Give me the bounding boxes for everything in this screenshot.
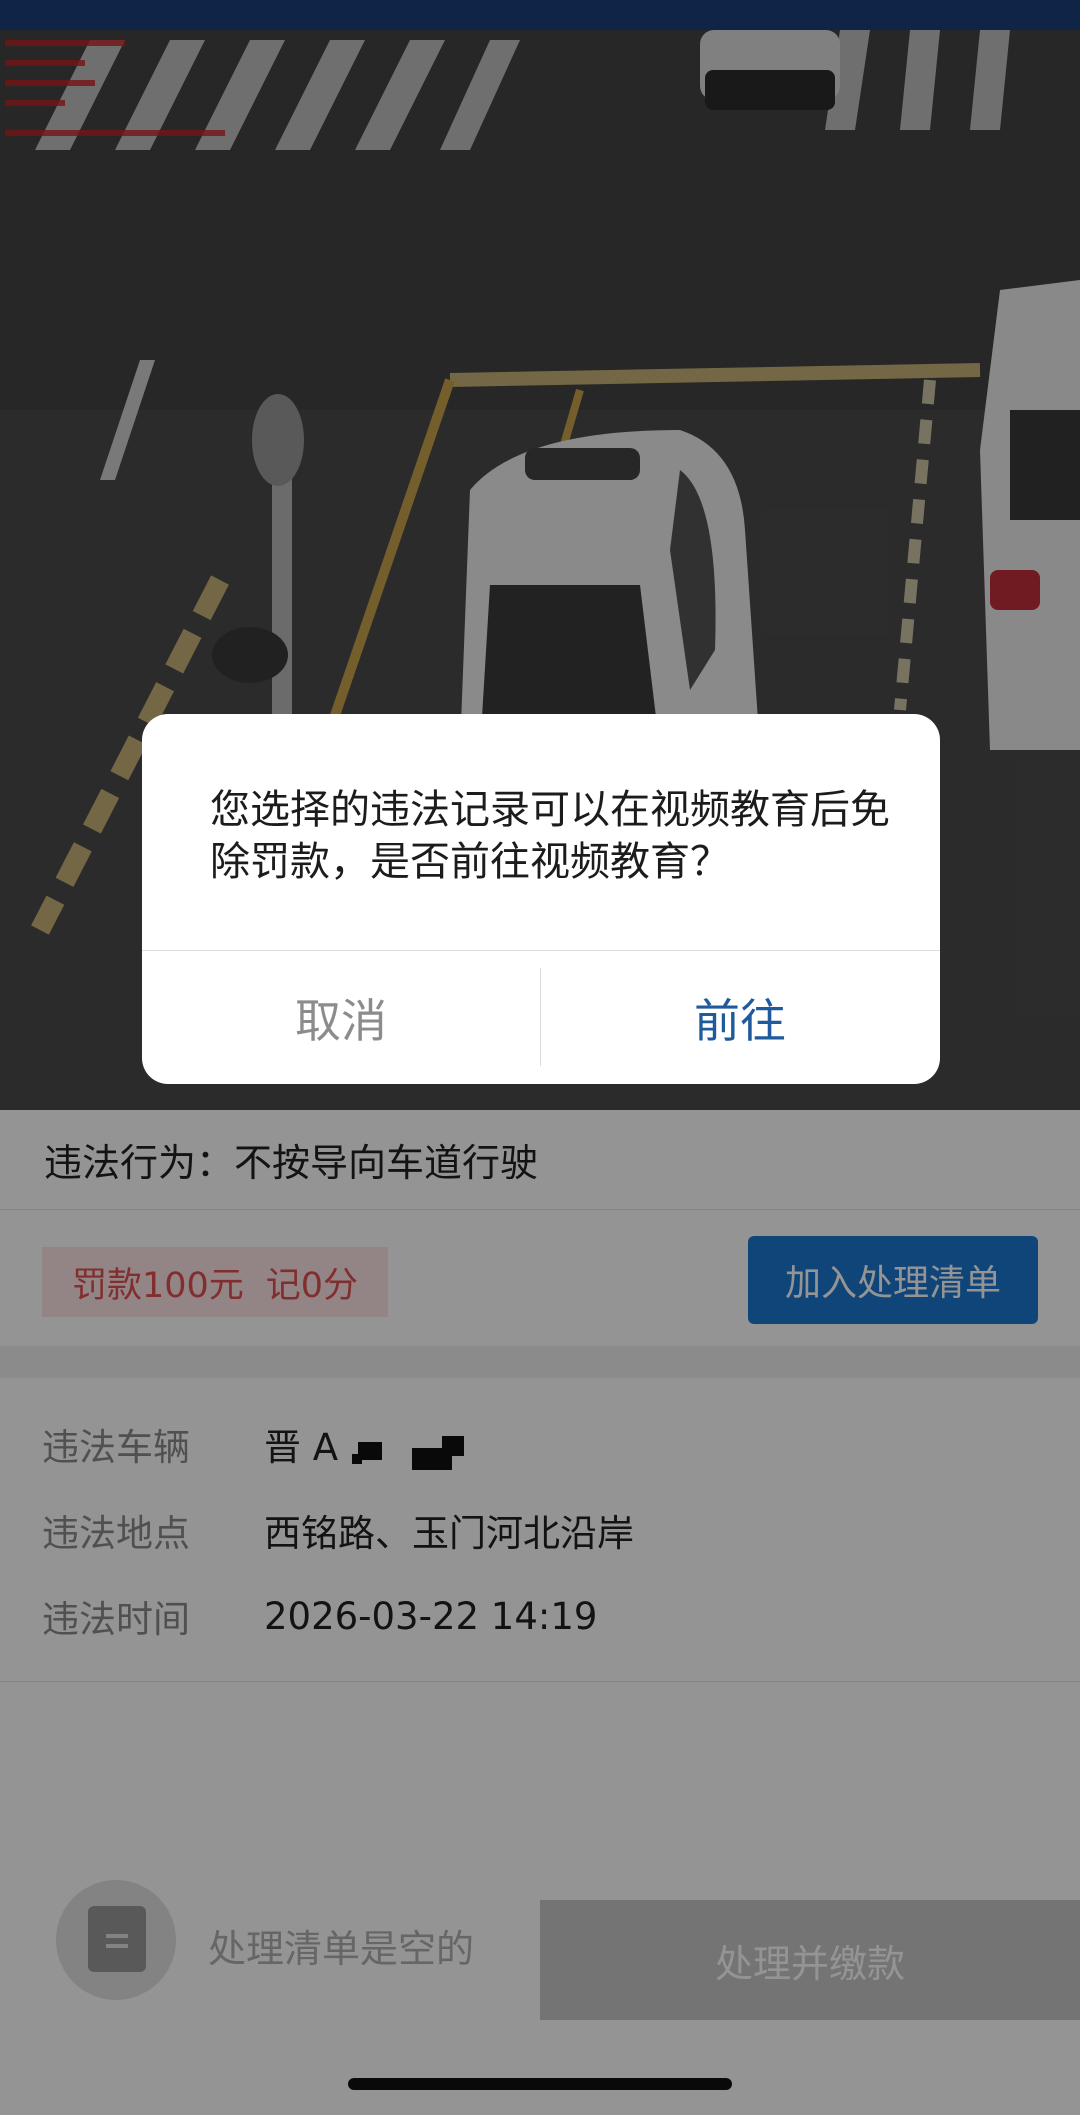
cancel-button[interactable]: 取消 (142, 951, 540, 1084)
go-button[interactable]: 前往 (541, 951, 939, 1084)
video-education-dialog: 您选择的违法记录可以在视频教育后免除罚款，是否前往视频教育？ 取消 前往 (142, 714, 940, 1084)
dialog-message: 您选择的违法记录可以在视频教育后免除罚款，是否前往视频教育？ (210, 787, 890, 885)
